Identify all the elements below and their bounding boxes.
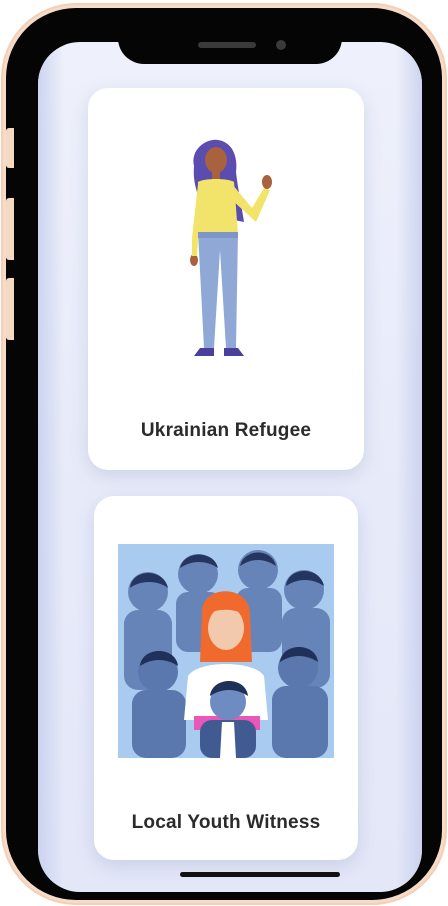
front-camera — [276, 40, 286, 50]
phone-notch — [118, 28, 342, 64]
app-mockup: Ukrainian Refugee Local Youth Witness — [0, 0, 448, 906]
woman-waving-illustration — [190, 139, 272, 356]
speaker-grille — [198, 42, 256, 48]
mute-switch — [6, 128, 14, 168]
role-card-ukrainian-refugee[interactable]: Ukrainian Refugee — [88, 88, 364, 470]
card-label: Ukrainian Refugee — [140, 420, 312, 441]
crowd-illustration — [118, 544, 334, 758]
volume-up-button — [6, 198, 14, 260]
volume-down-button — [6, 278, 14, 340]
role-card-local-youth-witness[interactable]: Local Youth Witness — [94, 496, 358, 860]
card-label: Local Youth Witness — [131, 812, 321, 833]
home-indicator — [180, 872, 340, 877]
